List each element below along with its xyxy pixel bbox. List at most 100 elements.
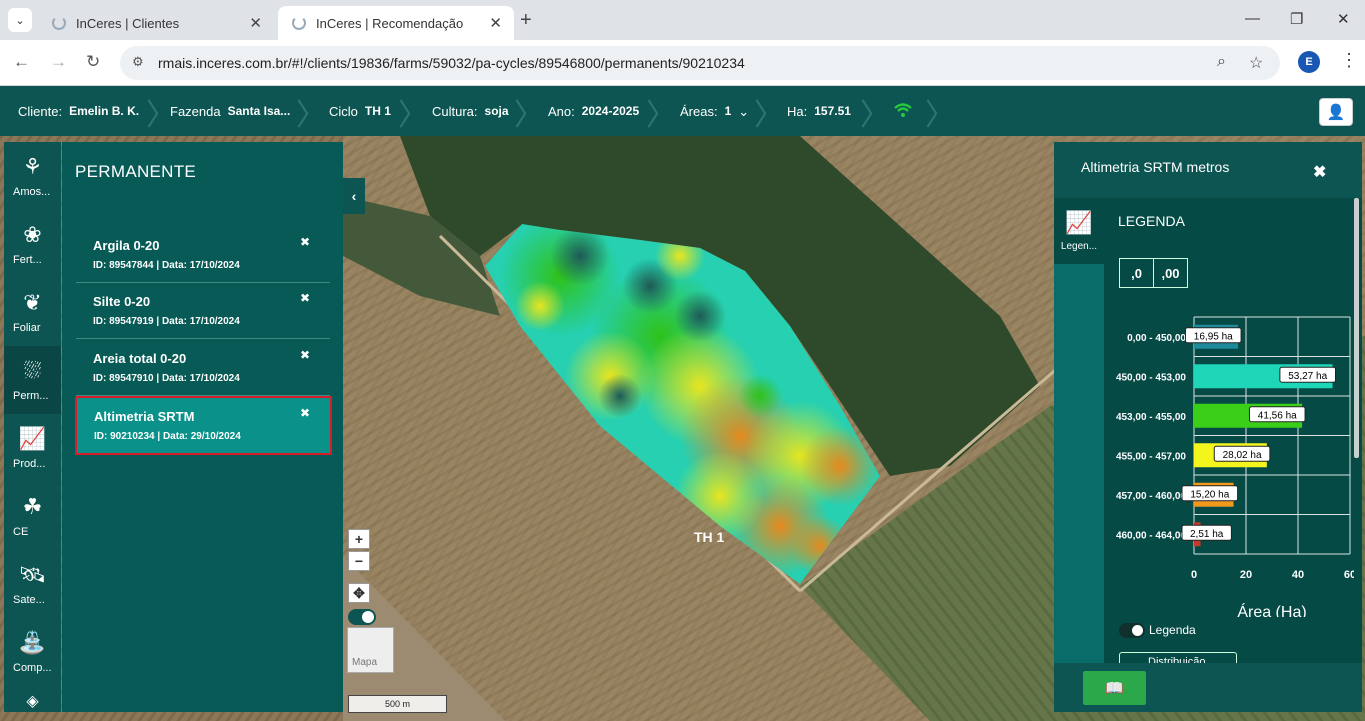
item-name: Altimetria SRTM <box>94 409 195 424</box>
map-layer-toggle[interactable] <box>348 609 376 625</box>
remove-icon[interactable]: ✖ <box>300 235 310 249</box>
url-field[interactable]: ⚙ rmais.inceres.com.br/#!/clients/19836/… <box>120 46 1280 80</box>
module-produtividade[interactable]: 📈 Prod... <box>4 414 61 482</box>
leaf-icon: ❦ <box>23 290 42 315</box>
x-tick-label: 20 <box>1240 569 1252 581</box>
export-button[interactable]: 📖 <box>1083 671 1146 705</box>
minimize-icon[interactable]: — <box>1245 10 1260 27</box>
x-tick-label: 0 <box>1191 569 1197 581</box>
bookmark-star-icon[interactable]: ☆ <box>1249 53 1263 73</box>
legend-toggle[interactable] <box>1119 623 1145 638</box>
module-label: Fert... <box>13 254 42 266</box>
permanent-panel: PERMANENTE Argila 0-20 ID: 89547844 | Da… <box>62 142 343 712</box>
collapse-panel-button[interactable]: ‹ <box>343 178 365 214</box>
wifi-icon <box>894 103 912 117</box>
remove-icon[interactable]: ✖ <box>300 291 310 305</box>
zoom-in-button[interactable]: + <box>348 529 370 549</box>
legend-panel-title: Altimetria SRTM metros <box>1081 159 1230 175</box>
permanent-item[interactable]: Areia total 0-20 ID: 89547910 | Data: 17… <box>76 340 330 396</box>
category-label: 455,00 - 457,00 <box>1116 451 1186 462</box>
module-foliar[interactable]: ❦ Foliar <box>4 278 61 346</box>
back-icon[interactable]: ← <box>13 52 30 72</box>
decrease-decimals-button[interactable]: ,0 <box>1120 259 1154 287</box>
module-label: Prod... <box>13 458 46 470</box>
increase-decimals-button[interactable]: ,00 <box>1154 259 1187 287</box>
permanent-item-selected[interactable]: Altimetria SRTM ID: 90210234 | Data: 29/… <box>75 396 332 455</box>
url-text[interactable]: rmais.inceres.com.br/#!/clients/19836/fa… <box>158 55 745 71</box>
window-close-icon[interactable]: ✕ <box>1337 10 1350 28</box>
permanent-item[interactable]: Silte 0-20 ID: 89547919 | Data: 17/10/20… <box>76 283 330 339</box>
cliente-selector[interactable]: Cliente: Emelin B. K. <box>18 104 139 119</box>
browser-tab-recomendacao[interactable]: InCeres | Recomendação ✕ <box>278 6 514 40</box>
tab-list-dropdown-icon[interactable]: ⌄ <box>8 8 32 32</box>
app-top-bar: Cliente: Emelin B. K. 〉 Fazenda Santa Isa.… <box>0 86 1365 136</box>
module-label: Comp... <box>13 662 52 674</box>
remove-icon[interactable]: ✖ <box>300 406 310 420</box>
item-name: Areia total 0-20 <box>93 351 187 366</box>
basemap-thumbnail[interactable]: Mapa <box>347 627 394 673</box>
site-info-icon[interactable]: ⚙ <box>132 54 144 70</box>
ha-label: Ha: <box>787 104 808 119</box>
module-satelite[interactable]: 🛰 Sate... <box>4 550 61 618</box>
permanent-item[interactable]: Argila 0-20 ID: 89547844 | Data: 17/10/2… <box>76 227 330 283</box>
side-tab-label: Legen... <box>1060 241 1098 252</box>
zoom-icon[interactable]: ⌕ <box>1217 53 1226 71</box>
profile-avatar[interactable]: E <box>1298 51 1320 73</box>
move-icon: ✥ <box>353 584 365 601</box>
cliente-value: Emelin B. K. <box>69 104 140 118</box>
ha-display: Ha: 157.51 <box>787 104 851 119</box>
areas-label: Áreas: <box>680 104 718 119</box>
ano-value: 2024-2025 <box>581 104 640 118</box>
layers-button[interactable]: ◈ <box>4 690 61 712</box>
browser-tab-clientes[interactable]: InCeres | Clientes ✕ <box>38 6 274 40</box>
areas-dropdown[interactable]: Áreas: 1 ⌄ <box>680 104 749 120</box>
chart-line-icon: 📈 <box>1065 210 1093 235</box>
module-ce[interactable]: ☘ CE <box>4 482 61 550</box>
user-account-button[interactable]: 👤 <box>1319 98 1353 126</box>
legend-side-tabs: 📈 Legen... <box>1054 198 1104 663</box>
data-label: 2,51 ha <box>1190 529 1224 540</box>
data-label: 41,56 ha <box>1258 410 1297 421</box>
legend-side-tab[interactable]: 📈 Legen... <box>1054 198 1104 264</box>
panel-scrollbar[interactable] <box>1354 198 1359 458</box>
fazenda-selector[interactable]: Fazenda Santa Isa... <box>170 104 290 119</box>
item-info: ID: 89547844 | Data: 17/10/2024 <box>93 260 240 271</box>
ano-selector[interactable]: Ano: 2024-2025 <box>548 104 639 119</box>
chevron-left-icon: ‹ <box>351 188 357 204</box>
close-panel-icon[interactable]: ✖ <box>1313 162 1326 182</box>
category-label: 0,00 - 450,00 <box>1127 333 1186 344</box>
chevron-down-icon: ⌄ <box>738 104 750 119</box>
legend-panel: Altimetria SRTM metros ✖ 📈 Legen... LEGE… <box>1054 142 1362 712</box>
item-info: ID: 89547910 | Data: 17/10/2024 <box>93 373 240 384</box>
zoom-out-button[interactable]: − <box>348 551 370 571</box>
module-amostragem[interactable]: ⚘ Amos... <box>4 142 61 210</box>
x-axis-label: Área (Ha) <box>1237 602 1306 617</box>
data-label: 53,27 ha <box>1288 371 1327 382</box>
layers-icon: ◈ <box>26 693 39 710</box>
cliente-label: Cliente: <box>18 104 63 119</box>
cultura-selector[interactable]: Cultura: soja <box>432 104 509 119</box>
new-tab-icon[interactable]: + <box>520 9 532 32</box>
decimal-buttons: ,0 ,00 <box>1119 258 1188 288</box>
module-permanente[interactable]: ⛆ Perm... <box>4 346 61 414</box>
legend-toggle-label: Legenda <box>1149 623 1196 637</box>
category-label: 460,00 - 464,00 <box>1116 530 1186 541</box>
close-tab-icon[interactable]: ✕ <box>249 14 262 32</box>
pan-button[interactable]: ✥ <box>348 583 370 603</box>
field-label[interactable]: TH 1 <box>694 529 724 545</box>
scale-label: 500 m <box>384 699 410 709</box>
fertilizer-icon: ❀ <box>23 222 42 247</box>
module-compactacao[interactable]: ⛲ Comp... <box>4 618 61 686</box>
restore-icon[interactable]: ❐ <box>1290 10 1303 28</box>
forward-icon[interactable]: → <box>50 52 67 72</box>
browser-menu-icon[interactable]: ⋮ <box>1340 50 1358 71</box>
close-tab-icon[interactable]: ✕ <box>489 14 502 32</box>
ano-label: Ano: <box>548 104 575 119</box>
cultura-value: soja <box>484 104 509 118</box>
remove-icon[interactable]: ✖ <box>300 348 310 362</box>
module-fertilidade[interactable]: ❀ Fert... <box>4 210 61 278</box>
reload-icon[interactable]: ↻ <box>86 52 100 72</box>
separator: 〉 <box>514 99 544 132</box>
ciclo-selector[interactable]: Ciclo TH 1 <box>329 104 391 119</box>
fazenda-value: Santa Isa... <box>227 104 291 118</box>
